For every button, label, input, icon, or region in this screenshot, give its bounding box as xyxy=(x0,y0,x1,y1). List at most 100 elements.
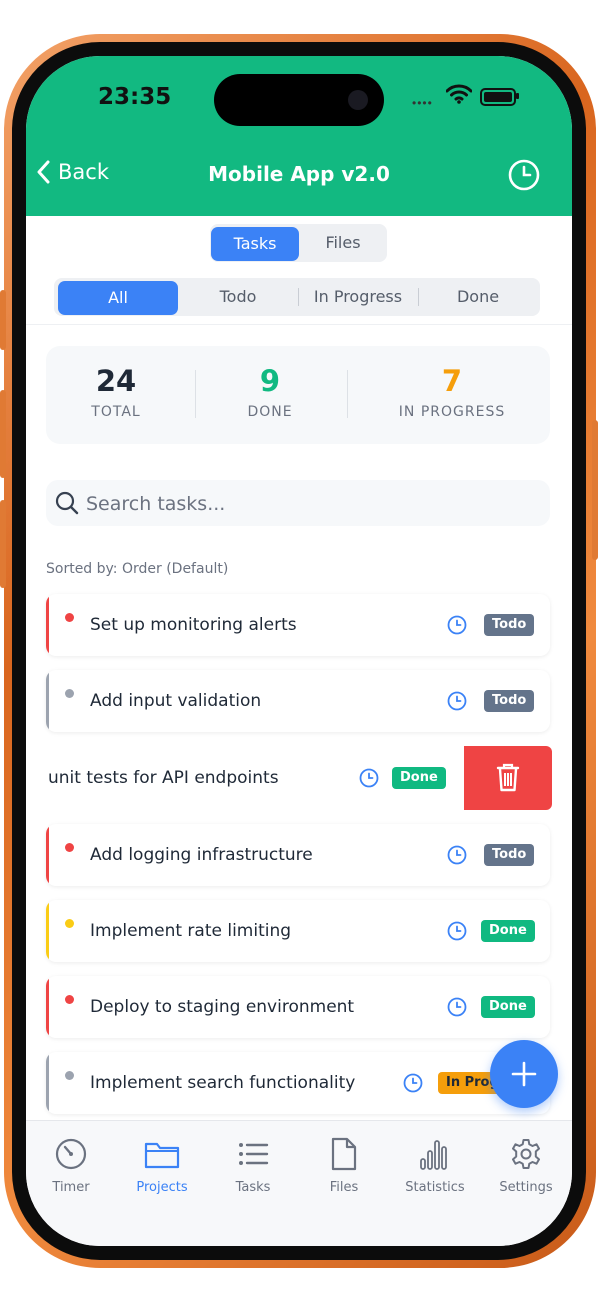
stat-done: 9 DONE xyxy=(220,364,320,420)
clock-icon[interactable] xyxy=(446,844,468,866)
status-filter: All Todo In Progress Done xyxy=(54,278,540,316)
clock-icon[interactable] xyxy=(446,996,468,1018)
status-badge: Todo xyxy=(484,690,535,712)
filter-all[interactable]: All xyxy=(58,281,178,315)
tab-label: Tasks xyxy=(235,1180,271,1195)
clock-icon[interactable] xyxy=(402,1072,424,1094)
task-name: Implement rate limiting xyxy=(90,921,292,941)
tab-label: Timer xyxy=(52,1180,90,1195)
tab-label: Statistics xyxy=(405,1180,465,1195)
wifi-icon xyxy=(445,84,473,109)
gear-icon xyxy=(512,1139,540,1169)
folder-icon xyxy=(144,1142,180,1169)
trash-icon xyxy=(496,763,520,792)
timer-icon xyxy=(55,1138,87,1170)
list-icon xyxy=(239,1143,269,1165)
clock-icon[interactable] xyxy=(358,767,380,789)
stat-total: 24 TOTAL xyxy=(66,364,166,420)
stats-card: 24 TOTAL 9 DONE 7 IN PROGRESS xyxy=(46,346,550,444)
status-badge: Todo xyxy=(484,844,535,866)
filter-todo[interactable]: Todo xyxy=(178,278,298,316)
status-badge: Done xyxy=(481,996,535,1018)
task-name: Implement search functionality xyxy=(90,1073,356,1093)
stat-value: 9 xyxy=(259,364,281,398)
battery-icon xyxy=(480,88,516,106)
section-divider xyxy=(26,324,572,325)
side-button xyxy=(592,420,598,560)
add-task-button[interactable] xyxy=(490,1040,558,1108)
task-name: Add logging infrastructure xyxy=(90,845,313,865)
tab-files-nav[interactable]: Files xyxy=(299,1137,389,1195)
tab-label: Projects xyxy=(136,1180,188,1195)
stat-label: DONE xyxy=(247,404,293,420)
clock-icon[interactable] xyxy=(507,158,541,197)
side-button xyxy=(0,500,6,588)
task-name: Add input validation xyxy=(90,691,262,711)
sort-label[interactable]: Sorted by: Order (Default) xyxy=(46,561,228,577)
page-title: Mobile App v2.0 xyxy=(208,162,390,186)
priority-bar xyxy=(46,824,49,886)
priority-dot xyxy=(65,843,74,852)
tab-settings[interactable]: Settings xyxy=(481,1137,571,1195)
tab-tasks-nav[interactable]: Tasks xyxy=(208,1137,298,1195)
stat-divider xyxy=(195,370,196,418)
task-name: Set up monitoring alerts xyxy=(90,615,297,635)
status-badge: Done xyxy=(481,920,535,942)
status-badge: Todo xyxy=(484,614,535,636)
clock-icon[interactable] xyxy=(446,920,468,942)
cellular-signal: •••• xyxy=(412,96,433,110)
priority-bar xyxy=(46,1052,49,1114)
tab-statistics[interactable]: Statistics xyxy=(390,1137,480,1195)
stat-in-progress: 7 IN PROGRESS xyxy=(372,364,532,420)
task-name: Deploy to staging environment xyxy=(90,997,355,1017)
battery-cap xyxy=(516,93,519,99)
priority-bar xyxy=(46,976,49,1038)
tab-files[interactable]: Files xyxy=(299,224,387,262)
task-row[interactable]: Implement rate limiting Done xyxy=(46,900,550,962)
file-icon xyxy=(331,1137,357,1171)
search-icon xyxy=(55,491,79,515)
side-button xyxy=(0,290,6,350)
task-row[interactable]: Add input validation Todo xyxy=(46,670,550,732)
task-row[interactable]: Implement search functionality In Prog xyxy=(46,1052,550,1114)
priority-bar xyxy=(46,594,49,656)
tab-label: Files xyxy=(329,1180,359,1195)
status-time: 23:35 xyxy=(98,84,172,110)
search-bar xyxy=(46,480,550,526)
app-screen: 23:35 •••• Back Mobile App v2.0 Tasks Fi… xyxy=(26,56,572,1246)
tab-label: Settings xyxy=(499,1180,553,1195)
bar-chart-icon xyxy=(420,1140,447,1170)
stat-divider xyxy=(347,370,348,418)
side-button xyxy=(0,390,6,478)
clock-icon[interactable] xyxy=(446,690,468,712)
search-input[interactable] xyxy=(84,486,528,522)
priority-dot xyxy=(65,1071,74,1080)
task-row[interactable]: Add logging infrastructure Todo xyxy=(46,824,550,886)
filter-in-progress[interactable]: In Progress xyxy=(298,278,418,316)
filter-done[interactable]: Done xyxy=(418,278,538,316)
priority-bar xyxy=(46,900,49,962)
priority-dot xyxy=(65,919,74,928)
task-row[interactable]: Set up monitoring alerts Todo xyxy=(46,594,550,656)
priority-dot xyxy=(65,995,74,1004)
tab-projects[interactable]: Projects xyxy=(117,1137,207,1195)
task-row[interactable]: Deploy to staging environment Done xyxy=(46,976,550,1038)
stat-label: TOTAL xyxy=(91,404,141,420)
task-row-swiped[interactable]: unit tests for API endpoints Done xyxy=(26,746,572,810)
clock-icon[interactable] xyxy=(446,614,468,636)
status-badge: Done xyxy=(392,767,446,789)
view-switcher: Tasks Files xyxy=(210,224,387,262)
delete-button[interactable] xyxy=(464,746,552,810)
camera-lens xyxy=(348,90,368,110)
tab-tasks[interactable]: Tasks xyxy=(211,227,299,261)
stat-label: IN PROGRESS xyxy=(398,404,506,420)
priority-dot xyxy=(65,613,74,622)
plus-icon xyxy=(511,1061,537,1087)
stat-value: 24 xyxy=(95,364,137,398)
priority-dot xyxy=(65,689,74,698)
stat-value: 7 xyxy=(441,364,463,398)
priority-bar xyxy=(46,670,49,732)
tab-timer[interactable]: Timer xyxy=(26,1137,116,1195)
bottom-tab-bar: Timer Projects Tasks Files Statistics Se… xyxy=(26,1120,572,1246)
task-name: unit tests for API endpoints xyxy=(48,768,279,788)
